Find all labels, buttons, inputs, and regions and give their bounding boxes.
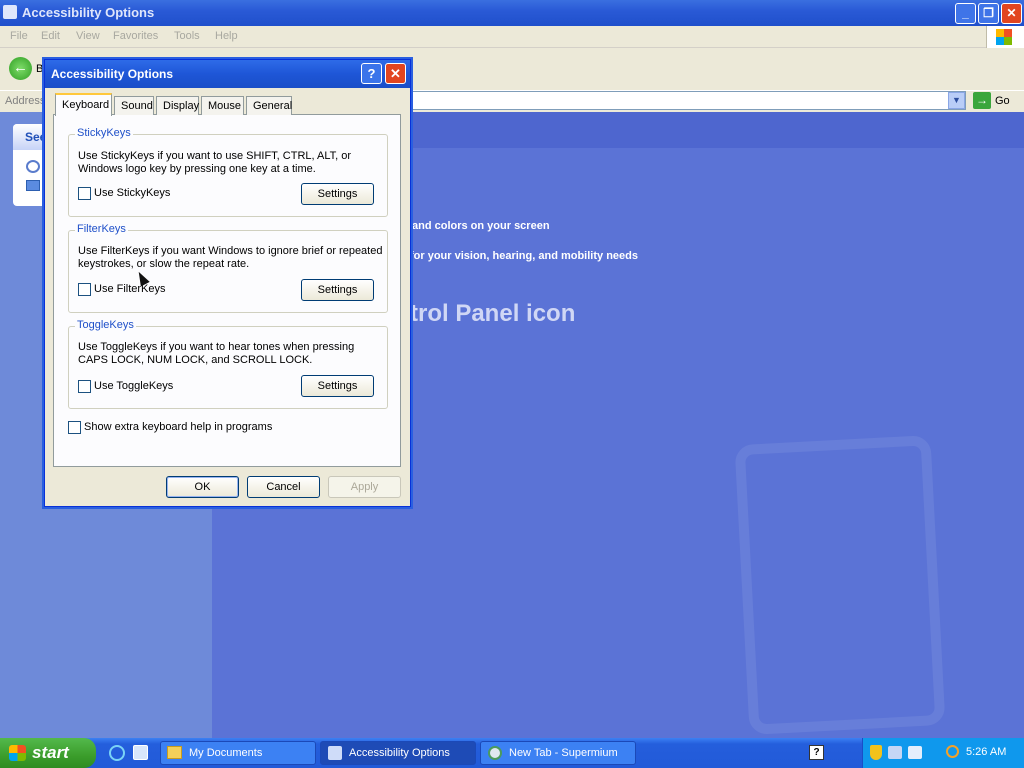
tab-display[interactable]: Display: [156, 96, 199, 115]
task-my-documents[interactable]: My Documents: [160, 741, 316, 765]
address-input[interactable]: [410, 91, 966, 110]
dialog-title: Accessibility Options: [51, 67, 174, 81]
cancel-button[interactable]: Cancel: [247, 476, 320, 498]
help-tray-icon[interactable]: ?: [809, 745, 824, 760]
windows-flag-icon: [9, 745, 26, 761]
window-icon: [3, 5, 17, 19]
network-icon[interactable]: [888, 746, 902, 759]
search-tray-icon[interactable]: [946, 745, 959, 758]
minimize-button[interactable]: _: [955, 3, 976, 24]
togglekeys-settings-button[interactable]: Settings: [301, 375, 374, 397]
task-new-tab-supermium[interactable]: New Tab - Supermium: [480, 741, 636, 765]
use-togglekeys-label[interactable]: Use ToggleKeys: [94, 380, 173, 392]
filterkeys-settings-button[interactable]: Settings: [301, 279, 374, 301]
volume-icon[interactable]: [908, 746, 922, 759]
togglekeys-desc-2: CAPS LOCK, NUM LOCK, and SCROLL LOCK.: [78, 354, 313, 366]
pick-icon-heading: trol Panel icon: [410, 300, 576, 327]
chevron-down-icon[interactable]: ▼: [948, 92, 965, 109]
clock: 5:26 AM: [966, 746, 1007, 758]
extra-keyboard-help-checkbox[interactable]: [68, 421, 81, 434]
menu-file[interactable]: File: [10, 30, 28, 42]
folder-icon: [167, 746, 182, 759]
stickykeys-desc-2: Windows logo key by pressing one key at …: [78, 163, 316, 175]
menu-edit[interactable]: Edit: [41, 30, 60, 42]
menu-tools[interactable]: Tools: [174, 30, 200, 42]
accessibility-icon: [328, 746, 342, 760]
togglekeys-desc-1: Use ToggleKeys if you want to hear tones…: [78, 341, 355, 353]
ok-button[interactable]: OK: [166, 476, 239, 498]
shield-icon[interactable]: [870, 745, 882, 760]
maximize-button[interactable]: ❐: [978, 3, 999, 24]
desktop-quicklaunch-icon[interactable]: [133, 745, 148, 760]
filterkeys-desc-2: keystrokes, or slow the repeat rate.: [78, 258, 250, 270]
task-accessibility-options[interactable]: Accessibility Options: [320, 741, 476, 765]
filterkeys-desc-1: Use FilterKeys if you want Windows to ig…: [78, 245, 383, 257]
stickykeys-settings-button[interactable]: Settings: [301, 183, 374, 205]
tab-mouse[interactable]: Mouse: [201, 96, 244, 115]
back-icon[interactable]: ←: [9, 57, 32, 80]
tab-keyboard[interactable]: Keyboard: [55, 93, 112, 116]
use-stickykeys-label[interactable]: Use StickyKeys: [94, 187, 170, 199]
go-arrow-icon[interactable]: →: [973, 92, 991, 109]
stickykeys-desc-1: Use StickyKeys if you want to use SHIFT,…: [78, 150, 352, 162]
menu-favorites[interactable]: Favorites: [113, 30, 158, 42]
back-button-label[interactable]: B: [36, 63, 43, 75]
task-link-colors[interactable]: and colors on your screen: [412, 220, 550, 232]
stickykeys-title: StickyKeys: [75, 127, 133, 139]
tab-general[interactable]: General: [246, 96, 292, 115]
help-button[interactable]: ?: [361, 63, 382, 84]
task-link-vision[interactable]: for your vision, hearing, and mobility n…: [410, 250, 638, 262]
use-filterkeys-label[interactable]: Use FilterKeys: [94, 283, 166, 295]
menu-help[interactable]: Help: [215, 30, 238, 42]
address-label: Address: [5, 95, 46, 107]
extra-keyboard-help-label[interactable]: Show extra keyboard help in programs: [84, 421, 272, 433]
close-button[interactable]: ✕: [1001, 3, 1022, 24]
use-togglekeys-checkbox[interactable]: [78, 380, 91, 393]
go-button[interactable]: Go: [995, 95, 1010, 107]
windows-flag-icon: [996, 29, 1012, 45]
apply-button[interactable]: Apply: [328, 476, 401, 498]
dialog-close-button[interactable]: ✕: [385, 63, 406, 84]
help-topic-icon[interactable]: [26, 180, 40, 191]
browser-icon: [488, 746, 502, 760]
window-title: Accessibility Options: [22, 5, 155, 20]
use-stickykeys-checkbox[interactable]: [78, 187, 91, 200]
filterkeys-title: FilterKeys: [75, 223, 128, 235]
use-filterkeys-checkbox[interactable]: [78, 283, 91, 296]
togglekeys-title: ToggleKeys: [75, 319, 136, 331]
tab-sound[interactable]: Sound: [114, 96, 154, 115]
search-icon[interactable]: [26, 160, 40, 173]
accessibility-watermark-icon: [734, 435, 946, 735]
menu-view[interactable]: View: [76, 30, 100, 42]
browser-quicklaunch-icon[interactable]: [109, 745, 125, 761]
